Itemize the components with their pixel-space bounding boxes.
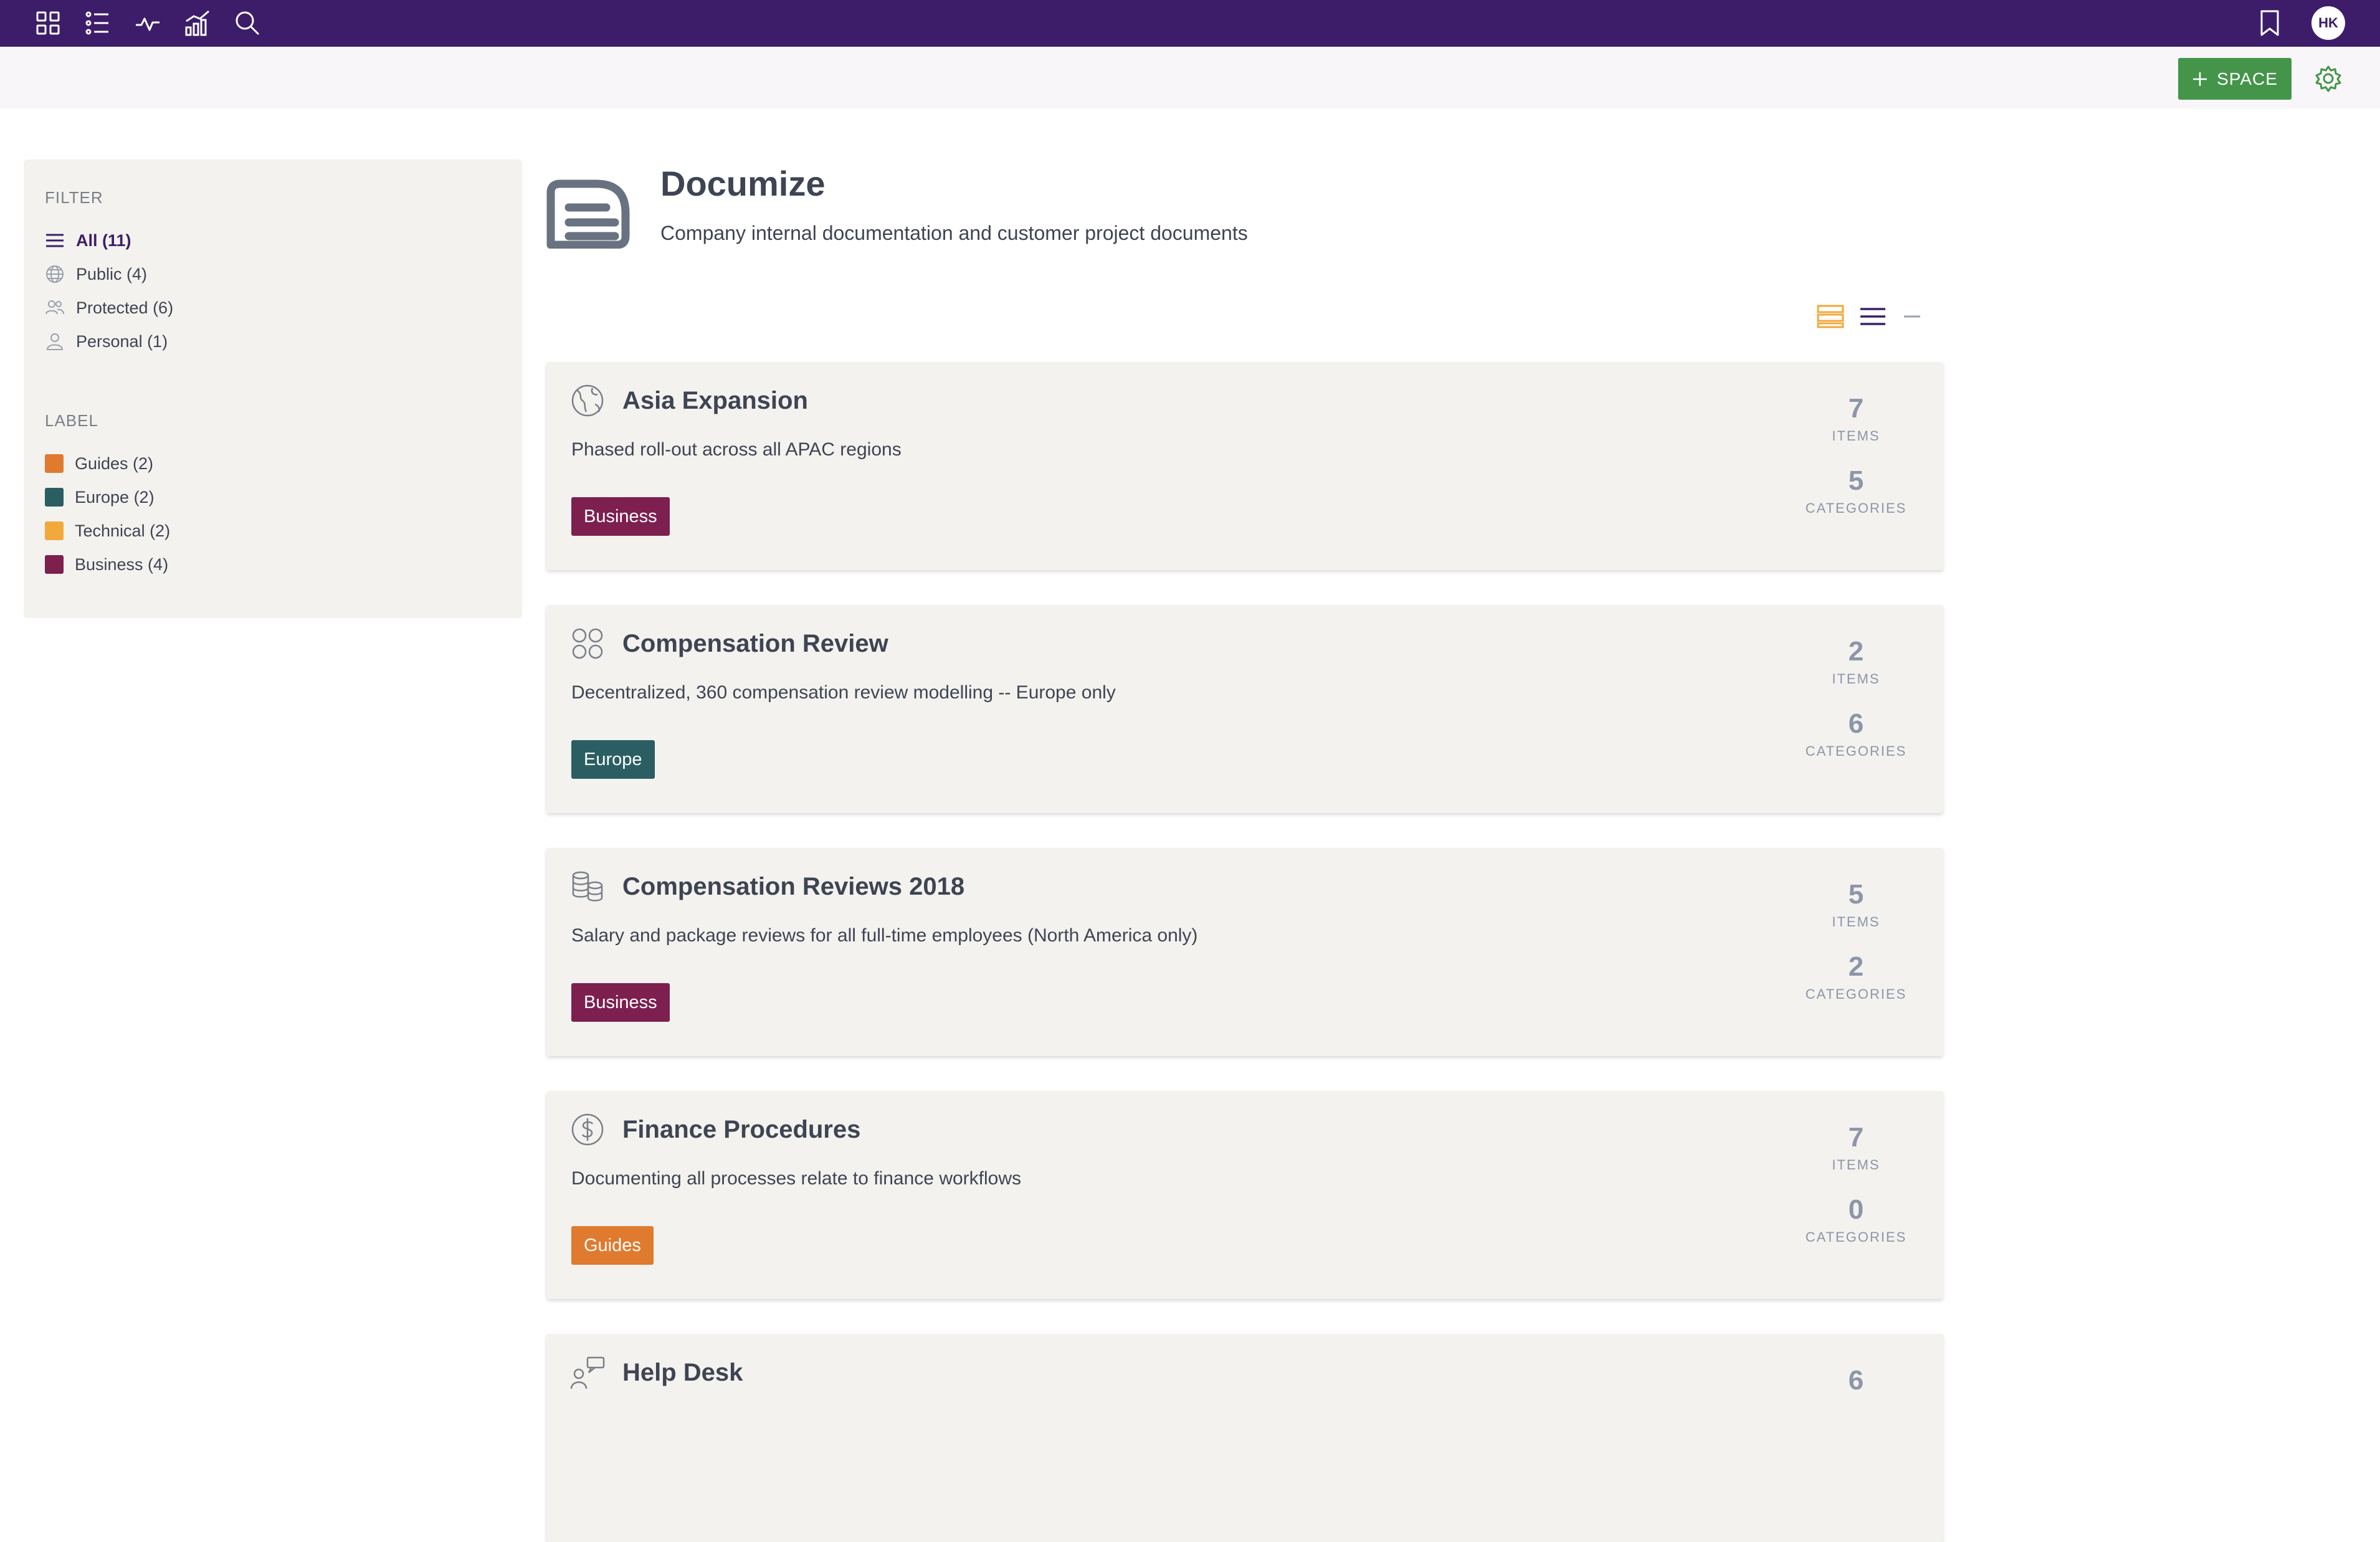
- list-view-icon[interactable]: [1859, 304, 1887, 329]
- space-card[interactable]: Help Desk 6: [546, 1334, 1943, 1542]
- globe-icon: [570, 383, 605, 418]
- space-title[interactable]: Help Desk: [622, 1359, 743, 1387]
- categories-label: CATEGORIES: [1805, 1229, 1907, 1245]
- list-icon[interactable]: [83, 9, 112, 37]
- label-color-swatch: [45, 555, 64, 574]
- items-label: ITEMS: [1832, 914, 1880, 930]
- space-description: Salary and package reviews for all full-…: [571, 925, 1198, 946]
- space-card[interactable]: Asia Expansion Phased roll-out across al…: [546, 362, 1943, 570]
- categories-label: CATEGORIES: [1805, 986, 1907, 1002]
- categories-stat: 6 CATEGORIES: [1794, 708, 1918, 759]
- coins-icon: [570, 869, 605, 904]
- space-card[interactable]: Compensation Review Decentralized, 360 c…: [546, 605, 1943, 813]
- categories-label: CATEGORIES: [1805, 500, 1907, 516]
- items-stat: 5 ITEMS: [1794, 879, 1918, 930]
- page-description: Company internal documentation and custo…: [660, 222, 1248, 244]
- label-color-swatch: [45, 521, 64, 540]
- space-card[interactable]: Finance Procedures Documenting all proce…: [546, 1091, 1943, 1299]
- globe-icon: [45, 264, 65, 284]
- filter-all[interactable]: All (11): [45, 227, 131, 254]
- items-label: ITEMS: [1832, 671, 1880, 687]
- label-europe[interactable]: Europe (2): [45, 483, 155, 511]
- label-color-swatch: [45, 454, 64, 473]
- help-desk-icon: [570, 1355, 605, 1390]
- label-guides[interactable]: Guides (2): [45, 450, 153, 477]
- toolbar: SPACE: [0, 47, 2380, 108]
- items-count: 2: [1848, 636, 1864, 667]
- items-stat: 7 ITEMS: [1794, 393, 1918, 444]
- categories-stat: 0 CATEGORIES: [1794, 1194, 1918, 1245]
- list-icon: [45, 231, 65, 250]
- page-title: Documize: [660, 164, 826, 203]
- plus-icon: [2192, 71, 2208, 87]
- label-color-swatch: [45, 488, 64, 507]
- top-nav: HK: [0, 0, 2380, 47]
- dollar-icon: [570, 1112, 605, 1147]
- categories-count: 6: [1848, 708, 1864, 739]
- label-technical[interactable]: Technical (2): [45, 517, 170, 545]
- items-label: ITEMS: [1832, 1157, 1880, 1173]
- space-description: Phased roll-out across all APAC regions: [571, 439, 902, 460]
- users-icon: [45, 298, 65, 318]
- gear-icon[interactable]: [2313, 64, 2343, 93]
- label-europe-label: Europe (2): [75, 487, 155, 507]
- items-stat: 2 ITEMS: [1794, 636, 1918, 687]
- categories-count: 5: [1848, 465, 1864, 496]
- search-icon[interactable]: [233, 9, 262, 37]
- categories-label: CATEGORIES: [1805, 743, 1907, 759]
- space-description: Decentralized, 360 compensation review m…: [571, 682, 1116, 703]
- space-label-tag[interactable]: Europe: [571, 740, 655, 779]
- space-label-tag[interactable]: Business: [571, 983, 670, 1022]
- items-stat: 6: [1794, 1365, 1918, 1396]
- space-title[interactable]: Asia Expansion: [622, 387, 808, 415]
- space-label-tag[interactable]: Guides: [571, 1226, 654, 1265]
- sidebar: FILTER All (11) Public (4) Protected (6)…: [24, 159, 522, 618]
- label-heading: LABEL: [45, 411, 98, 430]
- label-guides-label: Guides (2): [75, 454, 154, 473]
- add-space-label: SPACE: [2217, 69, 2278, 88]
- user-icon: [45, 331, 65, 351]
- activity-icon[interactable]: [133, 9, 162, 37]
- space-title[interactable]: Compensation Reviews 2018: [622, 873, 964, 901]
- label-business[interactable]: Business (4): [45, 551, 168, 578]
- compact-view-icon[interactable]: [1903, 304, 1930, 329]
- items-count: 6: [1848, 1365, 1864, 1396]
- space-label-tag[interactable]: Business: [571, 497, 670, 536]
- space-title[interactable]: Finance Procedures: [622, 1116, 860, 1144]
- documize-logo-icon: [546, 179, 630, 249]
- categories-count: 2: [1848, 951, 1864, 982]
- filter-personal[interactable]: Personal (1): [45, 328, 168, 355]
- bookmark-icon[interactable]: [2255, 9, 2284, 37]
- filter-all-label: All (11): [76, 231, 131, 250]
- space-title[interactable]: Compensation Review: [622, 630, 888, 658]
- label-technical-label: Technical (2): [75, 521, 171, 540]
- space-description: Documenting all processes relate to fina…: [571, 1168, 1022, 1189]
- card-view-icon[interactable]: [1817, 304, 1844, 329]
- add-space-button[interactable]: SPACE: [2178, 58, 2292, 100]
- items-label: ITEMS: [1832, 428, 1880, 444]
- filter-heading: FILTER: [45, 188, 103, 207]
- filter-public[interactable]: Public (4): [45, 260, 147, 288]
- items-stat: 7 ITEMS: [1794, 1122, 1918, 1173]
- filter-personal-label: Personal (1): [76, 331, 168, 351]
- filter-protected-label: Protected (6): [76, 298, 174, 317]
- categories-stat: 2 CATEGORIES: [1794, 951, 1918, 1002]
- circles-icon: [570, 626, 605, 661]
- space-card[interactable]: Compensation Reviews 2018 Salary and pac…: [546, 848, 1943, 1056]
- items-count: 7: [1848, 1122, 1864, 1153]
- items-count: 7: [1848, 393, 1864, 424]
- categories-count: 0: [1848, 1194, 1864, 1225]
- avatar[interactable]: HK: [2311, 6, 2345, 40]
- categories-stat: 5 CATEGORIES: [1794, 465, 1918, 516]
- label-business-label: Business (4): [75, 554, 169, 574]
- items-count: 5: [1848, 879, 1864, 910]
- grid-icon[interactable]: [34, 9, 62, 37]
- filter-public-label: Public (4): [76, 264, 148, 283]
- analytics-icon[interactable]: [183, 9, 212, 37]
- filter-protected[interactable]: Protected (6): [45, 294, 173, 321]
